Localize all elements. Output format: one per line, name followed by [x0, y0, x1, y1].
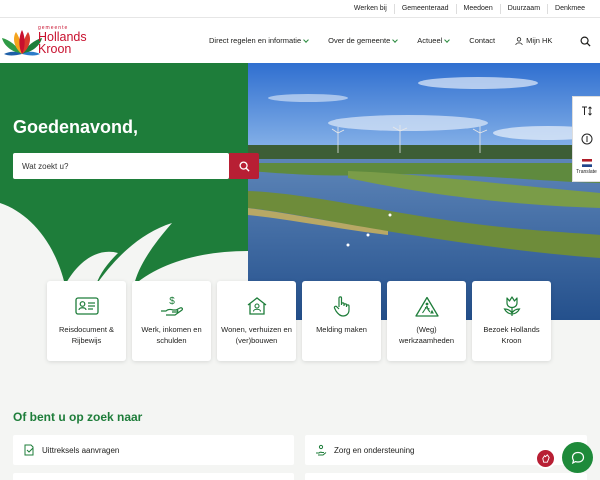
link-label: Zorg en ondersteuning [334, 445, 415, 455]
logo-line2: Kroon [38, 42, 72, 56]
chevron-down-icon [303, 36, 309, 43]
flower-logo-icon [2, 30, 42, 56]
nav-label: Actueel [417, 36, 443, 45]
document-icon [24, 444, 34, 456]
dutch-flag-icon [581, 159, 592, 167]
chat-bubble-icon [571, 451, 584, 464]
card-label: Wonen, verhuizen en (ver)bouwen [221, 325, 292, 345]
topbar-link-denkmee[interactable]: Denkmee [547, 3, 592, 14]
card-werk-inkomen[interactable]: $ Werk, inkomen en schulden [132, 281, 211, 361]
search-icon [238, 160, 250, 172]
translate-button[interactable]: Translate [573, 153, 600, 181]
hero-search-input[interactable] [22, 161, 222, 171]
nav-contact[interactable]: Contact [469, 36, 495, 45]
chevron-down-icon [444, 36, 451, 43]
nav-mijn-hk[interactable]: Mijn HK [515, 36, 552, 45]
main-nav: Direct regelen en informatie Over de gem… [209, 18, 572, 63]
card-reisdocument[interactable]: Reisdocument & Rijbewijs [47, 281, 126, 361]
tulip-icon [503, 296, 520, 316]
nav-label: Direct regelen en informatie [209, 36, 302, 45]
read-aloud-button[interactable] [573, 125, 600, 153]
translate-label: Translate [576, 169, 597, 175]
nav-label: Contact [469, 36, 496, 45]
hero-greeting: Goedenavond, [13, 117, 139, 137]
topbar-link-meedoen[interactable]: Meedoen [455, 3, 500, 14]
topbar-link-gemeenteraad[interactable]: Gemeenteraad [393, 3, 456, 14]
text-size-icon [581, 106, 592, 116]
link-uittreksels[interactable]: Uittreksels aanvragen [13, 435, 294, 465]
section-title: Of bent u op zoek naar [13, 410, 143, 424]
link-label: Uittreksels aanvragen [42, 445, 120, 455]
nav-label: Mijn HK [526, 36, 553, 45]
text-size-button[interactable] [573, 97, 600, 125]
hand-feedback-icon [542, 454, 550, 463]
card-label: Reisdocument & Rijbewijs [58, 325, 115, 345]
road-works-icon [414, 296, 439, 317]
card-label: Bezoek Hollands Kroon [483, 325, 540, 345]
site-logo[interactable]: gemeente Hollands Kroon [2, 22, 102, 60]
card-label: Melding maken [316, 325, 367, 334]
chevron-down-icon [392, 36, 399, 43]
card-wonen[interactable]: Wonen, verhuizen en (ver)bouwen [217, 281, 296, 361]
hero-search-field[interactable] [13, 153, 229, 179]
nav-over-de-gemeente[interactable]: Over de gemeente [328, 36, 399, 45]
card-werkzaamheden[interactable]: (Weg) werkzaamheden [387, 281, 466, 361]
svg-text:$: $ [169, 296, 175, 307]
header-search-button[interactable] [580, 34, 591, 52]
topbar-link-duurzaam[interactable]: Duurzaam [499, 3, 547, 14]
card-label: (Weg) werkzaamheden [398, 325, 455, 345]
task-cards: Reisdocument & Rijbewijs $ Werk, inkomen… [47, 281, 551, 361]
card-bezoek[interactable]: Bezoek Hollands Kroon [472, 281, 551, 361]
pointing-hand-icon [333, 296, 350, 317]
search-icon [580, 36, 591, 47]
nav-label: Over de gemeente [328, 36, 391, 45]
nav-actueel[interactable]: Actueel [417, 36, 451, 45]
accessibility-widget: Translate [572, 96, 600, 182]
feedback-button[interactable] [535, 448, 556, 469]
chat-button[interactable] [562, 442, 593, 473]
topbar-link-werken-bij[interactable]: Werken bij [347, 4, 394, 14]
nav-direct-regelen[interactable]: Direct regelen en informatie [209, 36, 309, 45]
house-icon [247, 297, 266, 315]
user-icon [515, 36, 523, 45]
card-label: Werk, inkomen en schulden [141, 325, 202, 345]
info-icon [581, 133, 592, 145]
care-hand-icon [316, 444, 327, 456]
link-row-partial [305, 473, 587, 480]
logo-name: Hollands Kroon [38, 31, 87, 56]
main-header: gemeente Hollands Kroon Direct regelen e… [0, 18, 600, 63]
utility-bar: Werken bij Gemeenteraad Meedoen Duurzaam… [0, 0, 600, 18]
hand-dollar-icon: $ [160, 296, 183, 316]
id-card-icon [74, 297, 99, 315]
link-row-partial [13, 473, 294, 480]
hero-search-button[interactable] [229, 153, 259, 179]
card-melding[interactable]: Melding maken [302, 281, 381, 361]
